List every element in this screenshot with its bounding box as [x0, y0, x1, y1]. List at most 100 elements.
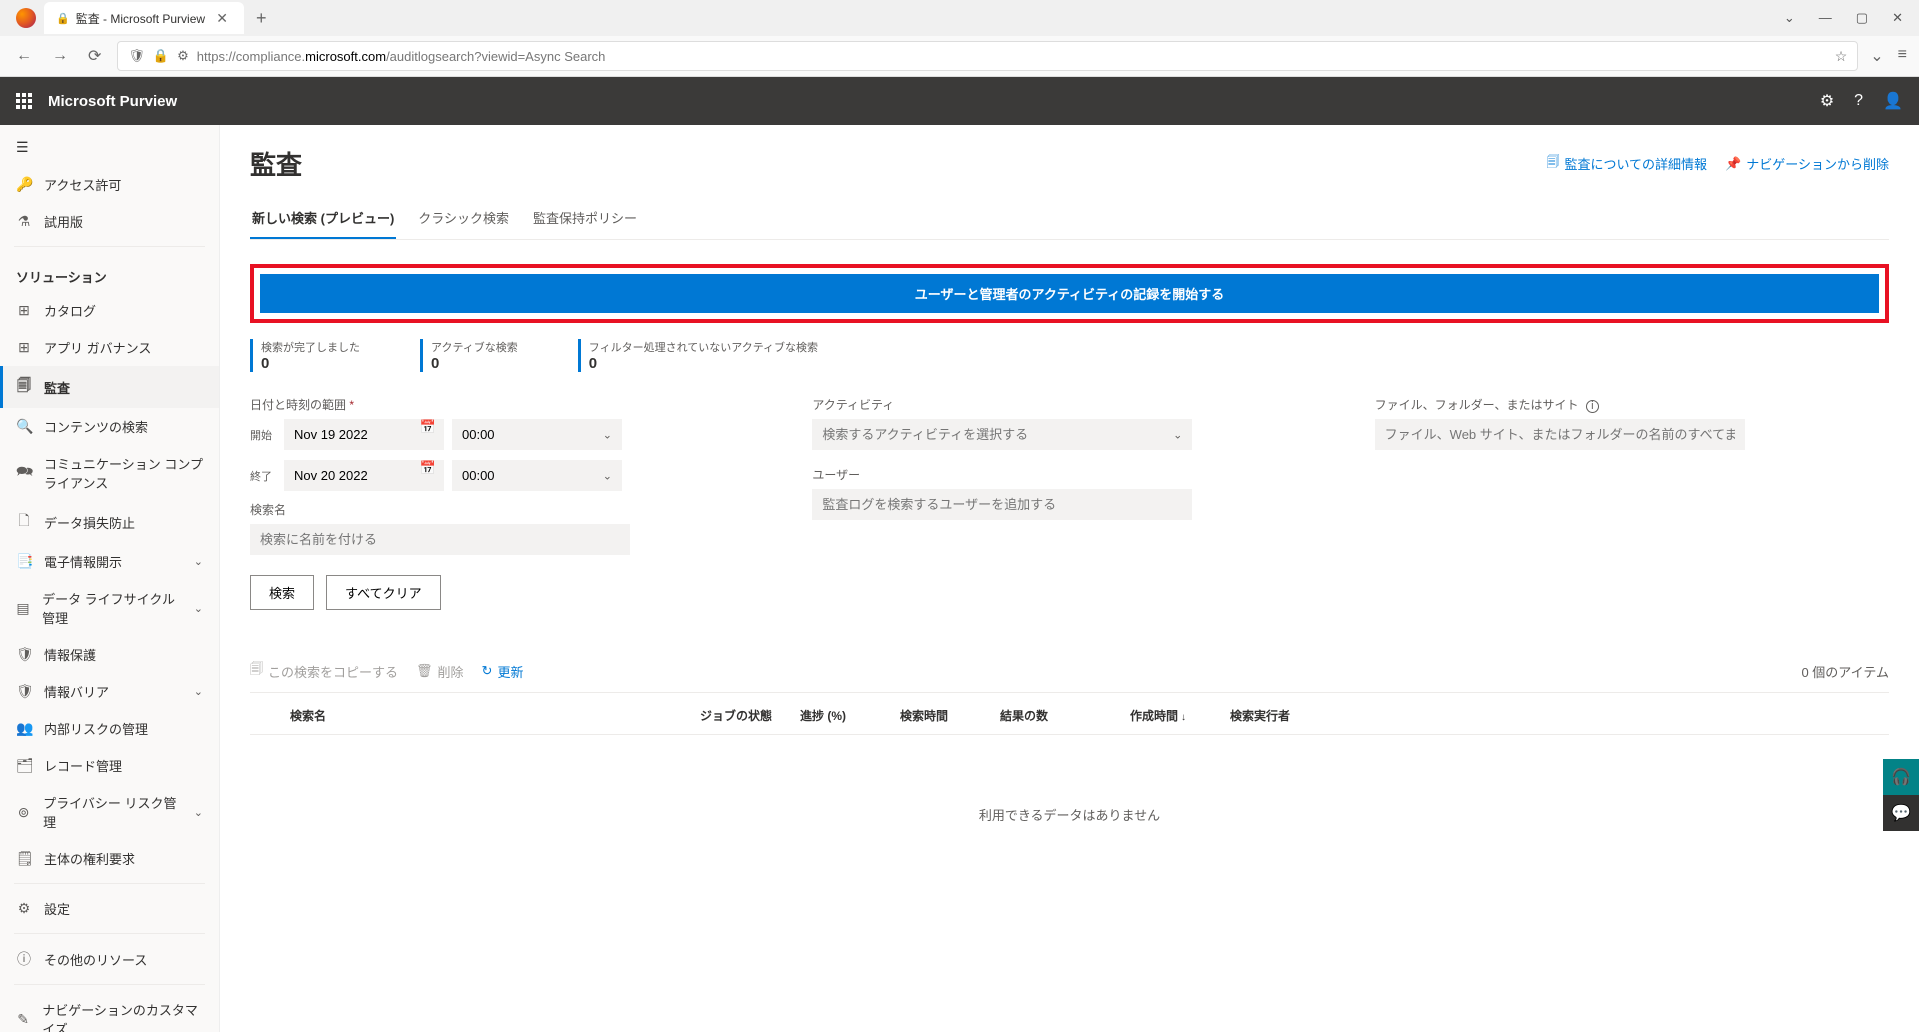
- sidebar-item[interactable]: 🛡情報保護: [0, 636, 219, 673]
- feedback-button[interactable]: 💬: [1883, 795, 1919, 831]
- refresh-button[interactable]: ↻ 更新: [482, 662, 524, 681]
- highlight-annotation: ユーザーと管理者のアクティビティの記録を開始する: [250, 264, 1889, 323]
- tab[interactable]: クラシック検索: [416, 198, 511, 239]
- sidebar-item[interactable]: 👥内部リスクの管理: [0, 710, 219, 747]
- calendar-icon[interactable]: 📅: [420, 460, 436, 476]
- reload-button[interactable]: ⟳: [84, 42, 105, 70]
- copy-search-button[interactable]: 🗐 この検索をコピーする: [250, 660, 398, 682]
- sidebar-item[interactable]: ⓘその他のリソース: [0, 940, 219, 978]
- sidebar-label: 電子情報開示: [44, 552, 122, 571]
- col-progress[interactable]: 進捗 (%): [800, 707, 900, 724]
- start-label: 開始: [250, 427, 276, 443]
- copy-icon: 🗐: [250, 660, 263, 682]
- sidebar-item[interactable]: ⊞ カタログ: [0, 292, 219, 329]
- stat-value: 0: [589, 355, 818, 372]
- sidebar-item[interactable]: 🗒主体の権利要求: [0, 840, 219, 877]
- info-icon[interactable]: i: [1586, 400, 1599, 413]
- sidebar-item[interactable]: 🗐監査: [0, 366, 219, 408]
- learn-more-link[interactable]: 🗐 監査についての詳細情報: [1546, 153, 1707, 175]
- sidebar-icon: ▤: [16, 600, 30, 617]
- col-name[interactable]: 検索名: [290, 707, 700, 724]
- sidebar-icon: 🗂: [16, 757, 32, 774]
- sidebar-item[interactable]: ⊚プライバシー リスク管理⌄: [0, 784, 219, 840]
- sidebar-icon: 🛡: [16, 683, 32, 700]
- sidebar-item[interactable]: ⚗試用版: [0, 203, 219, 240]
- url-bar[interactable]: 🛡 🔒 ⚙ https://compliance.microsoft.com/a…: [117, 41, 1858, 71]
- col-executor[interactable]: 検索実行者: [1230, 707, 1350, 724]
- sidebar-icon: 🗋: [16, 510, 32, 534]
- sidebar-item[interactable]: ⚙設定: [0, 890, 219, 927]
- sort-down-icon: ↓: [1181, 712, 1186, 723]
- unpin-icon: 📌: [1725, 156, 1741, 172]
- tab[interactable]: 新しい検索 (プレビュー): [250, 198, 396, 239]
- col-result-count[interactable]: 結果の数: [1000, 707, 1130, 724]
- search-name-input[interactable]: [250, 524, 630, 555]
- sidebar-icon: ⊞: [16, 302, 32, 319]
- sidebar-icon: 👥: [16, 720, 32, 737]
- sidebar-label: その他のリソース: [44, 950, 147, 969]
- menu-icon[interactable]: ≡: [1898, 46, 1907, 66]
- end-label: 終了: [250, 468, 276, 484]
- sidebar-item[interactable]: 🔍コンテンツの検索: [0, 408, 219, 445]
- browser-tab[interactable]: 🔒 監査 - Microsoft Purview ✕: [44, 2, 244, 34]
- new-tab-button[interactable]: +: [252, 4, 271, 33]
- remove-nav-link[interactable]: 📌 ナビゲーションから削除: [1725, 153, 1889, 175]
- col-search-time[interactable]: 検索時間: [900, 707, 1000, 724]
- activities-select[interactable]: [812, 419, 1192, 450]
- sidebar-icon: 🔑: [16, 176, 32, 193]
- stat: フィルター処理されていないアクティブな検索0: [578, 339, 818, 372]
- sidebar-icon: 🔍: [16, 418, 32, 435]
- stat-value: 0: [431, 355, 518, 372]
- users-input[interactable]: [812, 489, 1192, 520]
- tab-close-icon[interactable]: ✕: [212, 10, 232, 27]
- tab[interactable]: 監査保持ポリシー: [531, 198, 639, 239]
- users-label: ユーザー: [812, 466, 1326, 483]
- permissions-icon[interactable]: ⚙: [177, 48, 189, 64]
- help-icon[interactable]: ?: [1854, 92, 1863, 110]
- close-window-icon[interactable]: ✕: [1892, 10, 1903, 26]
- bookmark-icon[interactable]: ☆: [1835, 48, 1848, 65]
- sidebar-item[interactable]: 🗪コミュニケーション コンプライアンス: [0, 445, 219, 501]
- sidebar-label: 設定: [44, 899, 70, 918]
- pocket-icon[interactable]: ⌄: [1870, 46, 1883, 66]
- shield-icon[interactable]: 🛡: [128, 48, 145, 64]
- search-name-label: 検索名: [250, 501, 764, 518]
- minimize-icon[interactable]: —: [1819, 10, 1832, 26]
- sidebar-item[interactable]: 🛡情報バリア⌄: [0, 673, 219, 710]
- hamburger-icon[interactable]: ☰: [0, 129, 219, 166]
- document-icon: 🗐: [1546, 153, 1559, 175]
- clear-all-button[interactable]: すべてクリア: [326, 575, 441, 610]
- lock-icon: 🔒: [56, 12, 70, 25]
- sidebar-label: 試用版: [44, 212, 83, 231]
- col-created[interactable]: 作成時間↓: [1130, 707, 1230, 724]
- col-status[interactable]: ジョブの状態: [700, 707, 800, 724]
- window-dropdown-icon[interactable]: ⌄: [1784, 10, 1795, 26]
- stat: 検索が完了しました0: [250, 339, 360, 372]
- sidebar-label: ナビゲーションのカスタマイズ: [42, 1000, 203, 1032]
- headset-support-button[interactable]: 🎧: [1883, 759, 1919, 795]
- sidebar-item[interactable]: 📑電子情報開示⌄: [0, 543, 219, 580]
- padlock-icon[interactable]: 🔒: [153, 48, 169, 64]
- app-launcher-icon[interactable]: [16, 93, 32, 109]
- start-time-select[interactable]: [452, 419, 622, 450]
- calendar-icon[interactable]: 📅: [420, 419, 436, 435]
- settings-gear-icon[interactable]: ⚙: [1820, 91, 1834, 111]
- back-button[interactable]: ←: [12, 43, 36, 69]
- sidebar-item[interactable]: 🗂レコード管理: [0, 747, 219, 784]
- sidebar-label: データ損失防止: [44, 513, 135, 532]
- end-time-select[interactable]: [452, 460, 622, 491]
- sidebar-item[interactable]: 🔑アクセス許可: [0, 166, 219, 203]
- search-button[interactable]: 検索: [250, 575, 314, 610]
- maximize-icon[interactable]: ▢: [1856, 10, 1868, 26]
- sidebar-item[interactable]: ▤データ ライフサイクル管理⌄: [0, 580, 219, 636]
- sidebar-item[interactable]: ⊞アプリ ガバナンス: [0, 329, 219, 366]
- files-input[interactable]: [1375, 419, 1745, 450]
- delete-button[interactable]: 🗑 削除: [416, 662, 464, 681]
- sidebar-item[interactable]: ✎ ナビゲーションのカスタマイズ: [0, 991, 219, 1032]
- account-icon[interactable]: 👤: [1883, 91, 1903, 111]
- start-recording-button[interactable]: ユーザーと管理者のアクティビティの記録を開始する: [260, 274, 1879, 313]
- forward-button[interactable]: →: [48, 43, 72, 69]
- sidebar-item[interactable]: 🗋 データ損失防止: [0, 501, 219, 543]
- sidebar-icon: ✎: [16, 1011, 30, 1028]
- sidebar-label: カタログ: [44, 301, 96, 320]
